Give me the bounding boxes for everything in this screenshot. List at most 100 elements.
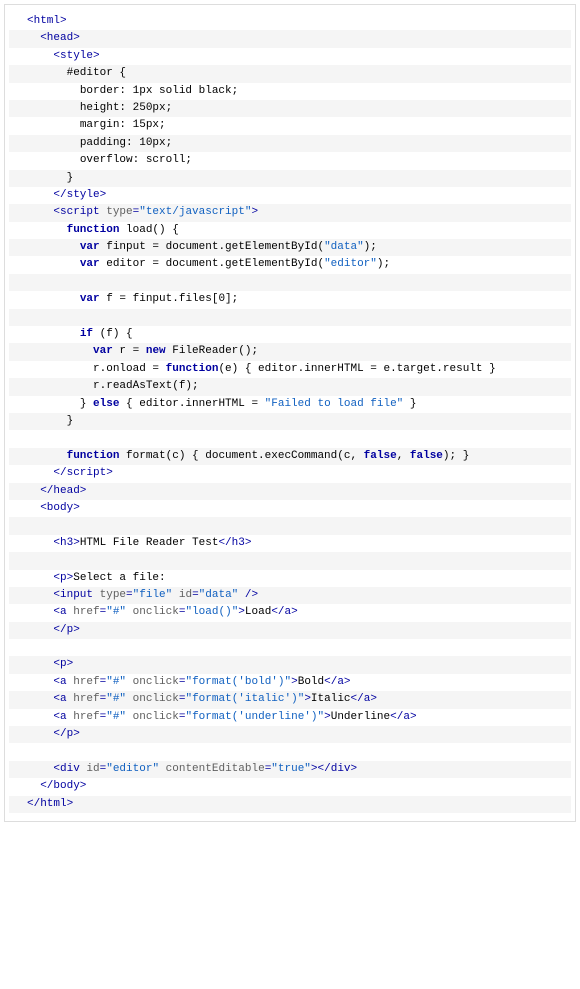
token-kw: false <box>364 450 397 462</box>
token-plain: load() { <box>119 224 178 236</box>
code-line: <script type="text/javascript"> <box>9 204 571 221</box>
token-attr: href <box>73 693 99 705</box>
token-tag: </a> <box>351 693 377 705</box>
token-tag: > <box>324 711 331 723</box>
code-line: <style> <box>9 48 571 65</box>
token-tag: <html> <box>27 15 67 27</box>
code-line: function load() { <box>9 222 571 239</box>
code-line: </head> <box>9 483 571 500</box>
token-tag: > <box>291 676 298 688</box>
token-tag: <h3> <box>53 537 79 549</box>
code-line: <h3>HTML File Reader Test</h3> <box>9 535 571 552</box>
token-tag: = <box>126 589 133 601</box>
token-attr: type <box>100 589 126 601</box>
token-plain: FileReader(); <box>166 345 258 357</box>
token-kw: var <box>80 241 100 253</box>
token-str: "format('bold')" <box>185 676 291 688</box>
token-plain: (f) { <box>93 328 133 340</box>
code-line: </p> <box>9 622 571 639</box>
token-attr: type <box>106 206 132 218</box>
token-plain: #editor { <box>67 67 126 79</box>
token-plain: } <box>67 172 74 184</box>
token-tag <box>126 676 133 688</box>
code-line <box>9 517 571 534</box>
token-str: "#" <box>106 693 126 705</box>
token-str: "data" <box>199 589 239 601</box>
token-str: "true" <box>271 763 311 775</box>
token-tag: > <box>238 606 245 618</box>
code-line <box>9 309 571 326</box>
token-plain: r = <box>113 345 146 357</box>
token-str: "format('italic')" <box>185 693 304 705</box>
token-tag: </style> <box>53 189 106 201</box>
token-plain: } <box>67 415 74 427</box>
token-tag: </p> <box>53 728 79 740</box>
code-line: <a href="#" onclick="format('italic')">I… <box>9 691 571 708</box>
token-kw: function <box>67 224 120 236</box>
code-line <box>9 552 571 569</box>
token-kw: var <box>80 258 100 270</box>
token-str: "text/javascript" <box>139 206 251 218</box>
code-line <box>9 274 571 291</box>
token-plain: Load <box>245 606 271 618</box>
token-tag: <a <box>53 606 73 618</box>
token-str: "#" <box>106 711 126 723</box>
code-line: var r = new FileReader(); <box>9 343 571 360</box>
token-attr: onclick <box>133 711 179 723</box>
token-tag <box>126 711 133 723</box>
token-tag: </p> <box>53 624 79 636</box>
token-plain: f = finput.files[0]; <box>100 293 239 305</box>
token-kw: if <box>80 328 93 340</box>
token-str: "editor" <box>324 258 377 270</box>
token-plain: Select a file: <box>73 572 165 584</box>
token-str: "#" <box>106 606 126 618</box>
token-plain: { editor.innerHTML = <box>119 398 264 410</box>
token-plain: margin: 15px; <box>80 119 166 131</box>
token-plain: Underline <box>331 711 390 723</box>
code-line: margin: 15px; <box>9 117 571 134</box>
code-line: <html> <box>9 13 571 30</box>
token-tag: </html> <box>27 798 73 810</box>
token-plain: Bold <box>298 676 324 688</box>
code-line: #editor { <box>9 65 571 82</box>
code-line: </style> <box>9 187 571 204</box>
code-line: r.readAsText(f); <box>9 378 571 395</box>
code-line: function format(c) { document.execComman… <box>9 448 571 465</box>
token-tag: <head> <box>40 32 80 44</box>
token-attr: onclick <box>133 693 179 705</box>
token-tag: > <box>304 693 311 705</box>
code-line: } <box>9 413 571 430</box>
token-str: "format('underline')" <box>185 711 324 723</box>
code-line: overflow: scroll; <box>9 152 571 169</box>
token-tag: </div> <box>318 763 358 775</box>
code-line: <input type="file" id="data" /> <box>9 587 571 604</box>
token-tag <box>172 589 179 601</box>
code-line <box>9 430 571 447</box>
token-kw: new <box>146 345 166 357</box>
token-tag: /> <box>238 589 258 601</box>
token-tag: > <box>251 206 258 218</box>
token-str: "#" <box>106 676 126 688</box>
token-attr: href <box>73 711 99 723</box>
token-tag: <body> <box>40 502 80 514</box>
token-plain: height: 250px; <box>80 102 172 114</box>
code-line: r.onload = function(e) { editor.innerHTM… <box>9 361 571 378</box>
token-tag: </a> <box>324 676 350 688</box>
code-line <box>9 743 571 760</box>
token-plain: border: 1px solid black; <box>80 85 238 97</box>
token-tag <box>126 606 133 618</box>
token-attr: contentEditable <box>166 763 265 775</box>
code-line: </p> <box>9 726 571 743</box>
code-line: var editor = document.getElementById("ed… <box>9 256 571 273</box>
code-line <box>9 639 571 656</box>
token-plain: ); <box>377 258 390 270</box>
token-plain: padding: 10px; <box>80 137 172 149</box>
token-tag: <input <box>53 589 99 601</box>
token-plain: r.onload = <box>93 363 166 375</box>
token-tag: <a <box>53 693 73 705</box>
token-kw: false <box>410 450 443 462</box>
token-kw: function <box>166 363 219 375</box>
code-line: <a href="#" onclick="format('underline')… <box>9 709 571 726</box>
token-plain: } <box>403 398 416 410</box>
token-plain: } <box>80 398 93 410</box>
